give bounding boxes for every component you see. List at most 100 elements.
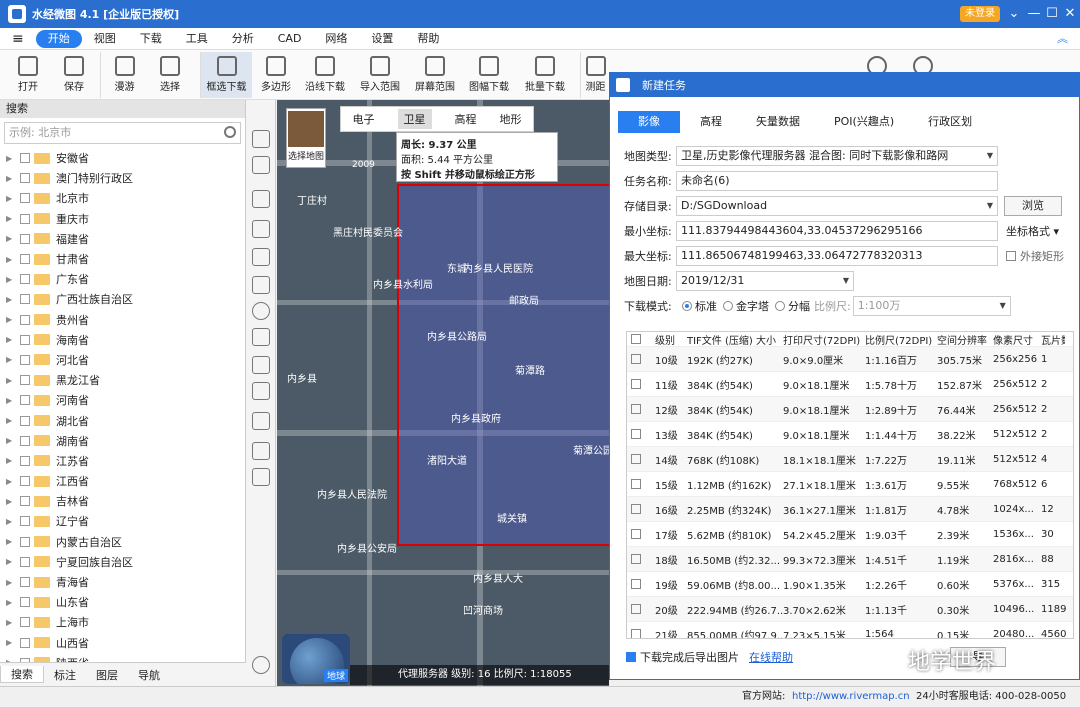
expand-arrow-icon[interactable]: ▶ [6, 578, 14, 587]
import-range-button[interactable]: 导入范围 [356, 52, 404, 98]
login-badge[interactable]: 未登录 [960, 6, 1000, 22]
bridge-icon[interactable] [252, 412, 270, 430]
tree-item[interactable]: ▶ 福建省 [0, 229, 246, 249]
help-icon[interactable] [252, 656, 270, 674]
expand-arrow-icon[interactable]: ▶ [6, 234, 14, 243]
browse-button[interactable]: 浏览 [1004, 196, 1062, 216]
level-checkbox[interactable] [631, 404, 641, 414]
expand-arrow-icon[interactable]: ▶ [6, 194, 14, 203]
tab-elevation[interactable]: 高程 [455, 111, 477, 127]
website-link[interactable]: http://www.rivermap.cn [792, 687, 910, 707]
tree-checkbox[interactable] [20, 213, 30, 224]
expand-arrow-icon[interactable]: ▶ [6, 477, 14, 486]
tree-checkbox[interactable] [20, 233, 30, 244]
table-row[interactable]: 12级 384K (约54K) 9.0×18.1厘米 1:2.89十万 76.44米 25… [627, 396, 1073, 421]
tree-item[interactable]: ▶ 上海市 [0, 612, 246, 632]
tab-satellite[interactable]: 卫星 [397, 109, 432, 129]
hamburger-icon[interactable]: ≡ [0, 30, 36, 48]
minimize-ribbon-icon[interactable]: ⌄ [1004, 4, 1024, 24]
tab-electronic[interactable]: 电子 [353, 111, 375, 127]
tree-item[interactable]: ▶ 吉林省 [0, 491, 246, 511]
tab-imagery[interactable]: 影像 [618, 111, 680, 133]
tree-checkbox[interactable] [20, 617, 30, 628]
tab-navigation[interactable]: 导航 [128, 667, 170, 683]
batch-download-button[interactable]: 批量下载 [520, 52, 570, 98]
coord-format-dropdown[interactable]: 坐标格式 ▾ [1006, 223, 1059, 239]
globe-minimap[interactable]: 地球 [282, 634, 350, 684]
level-checkbox[interactable] [631, 604, 641, 614]
tree-checkbox[interactable] [20, 496, 30, 507]
level-checkbox[interactable] [631, 554, 641, 564]
expand-arrow-icon[interactable]: ▶ [6, 537, 14, 546]
expand-arrow-icon[interactable]: ▶ [6, 517, 14, 526]
tree-item[interactable]: ▶ 安徽省 [0, 148, 246, 168]
expand-arrow-icon[interactable]: ▶ [6, 638, 14, 647]
menu-analysis[interactable]: 分析 [220, 30, 266, 48]
table-row[interactable]: 21级 855.00MB (约97.9... 7.23×5.15米 1:564 0.15… [627, 621, 1073, 638]
tree-item[interactable]: ▶ 重庆市 [0, 209, 246, 229]
table-row[interactable]: 17级 5.62MB (约810K) 54.2×45.2厘米 1:9.03千 2.39米… [627, 521, 1073, 546]
expand-arrow-icon[interactable]: ▶ [6, 396, 14, 405]
tab-vector[interactable]: 矢量数据 [742, 111, 814, 133]
tree-checkbox[interactable] [20, 455, 30, 466]
tree-checkbox[interactable] [20, 193, 30, 204]
tree-checkbox[interactable] [20, 354, 30, 365]
tree-item[interactable]: ▶ 贵州省 [0, 310, 246, 330]
cursor-icon[interactable] [252, 156, 270, 174]
tree-item[interactable]: ▶ 海南省 [0, 330, 246, 350]
tree-item[interactable]: ▶ 甘肃省 [0, 249, 246, 269]
outer-rect-checkbox[interactable] [1006, 251, 1016, 261]
tree-checkbox[interactable] [20, 395, 30, 406]
menu-tools[interactable]: 工具 [174, 30, 220, 48]
scale-select[interactable]: 1:100万 ▼ [852, 296, 1011, 316]
level-checkbox[interactable] [631, 629, 641, 638]
path-icon[interactable] [252, 382, 270, 400]
level-checkbox[interactable] [631, 529, 641, 539]
table-row[interactable]: 11级 384K (约54K) 9.0×18.1厘米 1:5.78十万 152.87米 2… [627, 371, 1073, 396]
table-row[interactable]: 10级 192K (约27K) 9.0×9.0厘米 1:1.16百万 305.75米 25… [627, 346, 1073, 371]
table-row[interactable]: 19级 59.06MB (约8.00... 1.90×1.35米 1:2.26千 0.6… [627, 571, 1073, 596]
mode-standard-radio[interactable] [682, 301, 692, 311]
expand-arrow-icon[interactable]: ▶ [6, 315, 14, 324]
expand-arrow-icon[interactable]: ▶ [6, 295, 14, 304]
table-row[interactable]: 15级 1.12MB (约162K) 27.1×18.1厘米 1:3.61万 9.55米… [627, 471, 1073, 496]
polygon-button[interactable]: 多边形 [254, 52, 298, 98]
tree-item[interactable]: ▶ 宁夏回族自治区 [0, 552, 246, 572]
table-row[interactable]: 16级 2.25MB (约324K) 36.1×27.1厘米 1:1.81万 4.78米… [627, 496, 1073, 521]
tree-item[interactable]: ▶ 内蒙古自治区 [0, 532, 246, 552]
search-input[interactable]: 示例: 北京市 [4, 122, 241, 144]
tab-search[interactable]: 搜索 [0, 666, 44, 683]
expand-arrow-icon[interactable]: ▶ [6, 174, 14, 183]
level-checkbox[interactable] [631, 379, 641, 389]
search-icon[interactable] [224, 126, 236, 138]
polyline-icon[interactable] [252, 220, 270, 238]
save-button[interactable]: 保存 [50, 52, 98, 98]
tree-item[interactable]: ▶ 山西省 [0, 633, 246, 653]
select-button[interactable]: 选择 [146, 52, 194, 98]
tree-item[interactable]: ▶ 黑龙江省 [0, 370, 246, 390]
tree-checkbox[interactable] [20, 375, 30, 386]
mode-sheet-radio[interactable] [775, 301, 785, 311]
expand-arrow-icon[interactable]: ▶ [6, 376, 14, 385]
table-row[interactable]: 14级 768K (约108K) 18.1×18.1厘米 1:7.22万 19.11米 5… [627, 446, 1073, 471]
expand-arrow-icon[interactable]: ▶ [6, 598, 14, 607]
save-dir-select[interactable]: D:/SGDownload ▼ [676, 196, 998, 216]
menu-network[interactable]: 网络 [313, 30, 359, 48]
tree-item[interactable]: ▶ 辽宁省 [0, 511, 246, 531]
tab-poi[interactable]: POI(兴趣点) [820, 111, 908, 133]
tree-item[interactable]: ▶ 湖北省 [0, 410, 246, 430]
table-row[interactable]: 13级 384K (约54K) 9.0×18.1厘米 1:1.44十万 38.22米 51… [627, 421, 1073, 446]
tree-checkbox[interactable] [20, 516, 30, 527]
tree-checkbox[interactable] [20, 254, 30, 265]
min-coord-input[interactable]: 111.83794498443604,33.04537296295166 [676, 221, 998, 241]
maximize-icon[interactable]: ☐ [1042, 4, 1062, 24]
tree-checkbox[interactable] [20, 294, 30, 305]
export-after-checkbox[interactable] [626, 652, 636, 662]
expand-arrow-icon[interactable]: ▶ [6, 214, 14, 223]
max-coord-input[interactable]: 111.86506748199463,33.06472778320313 [676, 246, 998, 266]
satellite-map[interactable]: 丁庄村 黑庄村民委员会 内乡县人民医院 东城 内乡县公路局 内乡县水利局 内乡县… [277, 100, 609, 686]
expand-arrow-icon[interactable]: ▶ [6, 335, 14, 344]
tree-checkbox[interactable] [20, 314, 30, 325]
tree-checkbox[interactable] [20, 476, 30, 487]
tree-checkbox[interactable] [20, 274, 30, 285]
